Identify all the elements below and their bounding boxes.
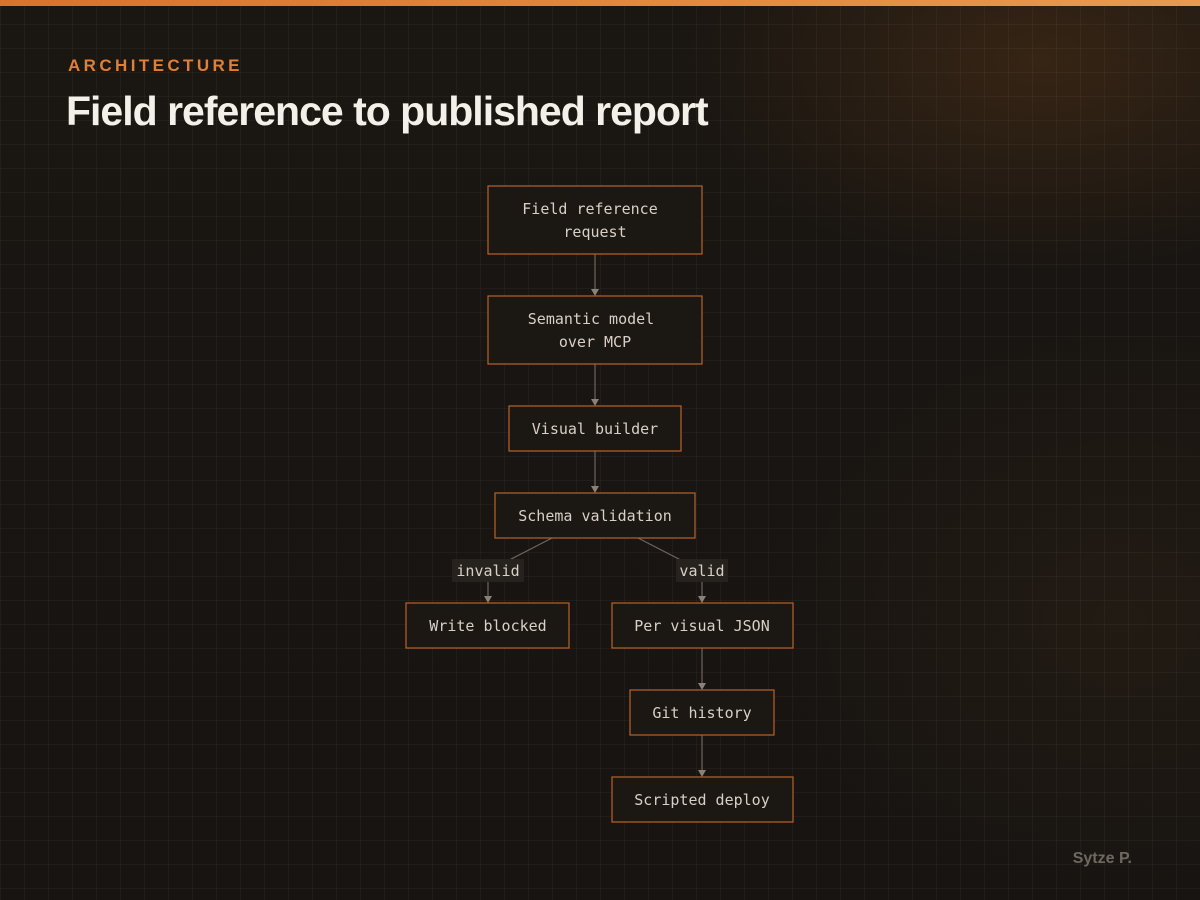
edge-label-invalid: invalid <box>452 559 524 582</box>
node-label-line: Field reference <box>522 200 657 218</box>
node-label-line: over MCP <box>559 333 631 351</box>
arrow-head <box>698 683 706 690</box>
node-write-blocked: Write blocked <box>405 602 570 649</box>
slide: ARCHITECTURE Field reference to publishe… <box>0 0 1200 900</box>
node-label-line: Git history <box>652 704 751 722</box>
edge-label-text: valid <box>679 562 724 580</box>
flowchart: invalid valid Field reference request Se… <box>405 185 794 823</box>
node-label-line: Visual builder <box>532 420 658 438</box>
edge-label-text: invalid <box>456 562 519 580</box>
node-git-history: Git history <box>629 689 775 736</box>
arrow-head <box>698 596 706 603</box>
author-credit: Sytze P. <box>1072 850 1132 867</box>
node-field-request: Field reference request <box>487 185 703 255</box>
arrow-head <box>484 596 492 603</box>
node-scripted-deploy: Scripted deploy <box>611 776 794 823</box>
node-semantic-model: Semantic model over MCP <box>487 295 703 365</box>
node-box <box>487 185 703 255</box>
edge-label-valid: valid <box>676 559 728 582</box>
node-label-line: Schema validation <box>518 507 672 525</box>
arrow-head <box>591 486 599 493</box>
arrow-head <box>591 289 599 296</box>
node-per-visual-json: Per visual JSON <box>611 602 794 649</box>
node-label-line: Write blocked <box>429 617 546 635</box>
node-label-line: Semantic model <box>528 310 654 328</box>
node-schema-validation: Schema validation <box>494 492 696 539</box>
arrow-head <box>591 399 599 406</box>
node-label-line: Per visual JSON <box>634 617 769 635</box>
node-box <box>487 295 703 365</box>
node-visual-builder: Visual builder <box>508 405 682 452</box>
node-label-line: Scripted deploy <box>634 791 769 809</box>
arrow-head <box>698 770 706 777</box>
node-label-line: request <box>563 223 626 241</box>
